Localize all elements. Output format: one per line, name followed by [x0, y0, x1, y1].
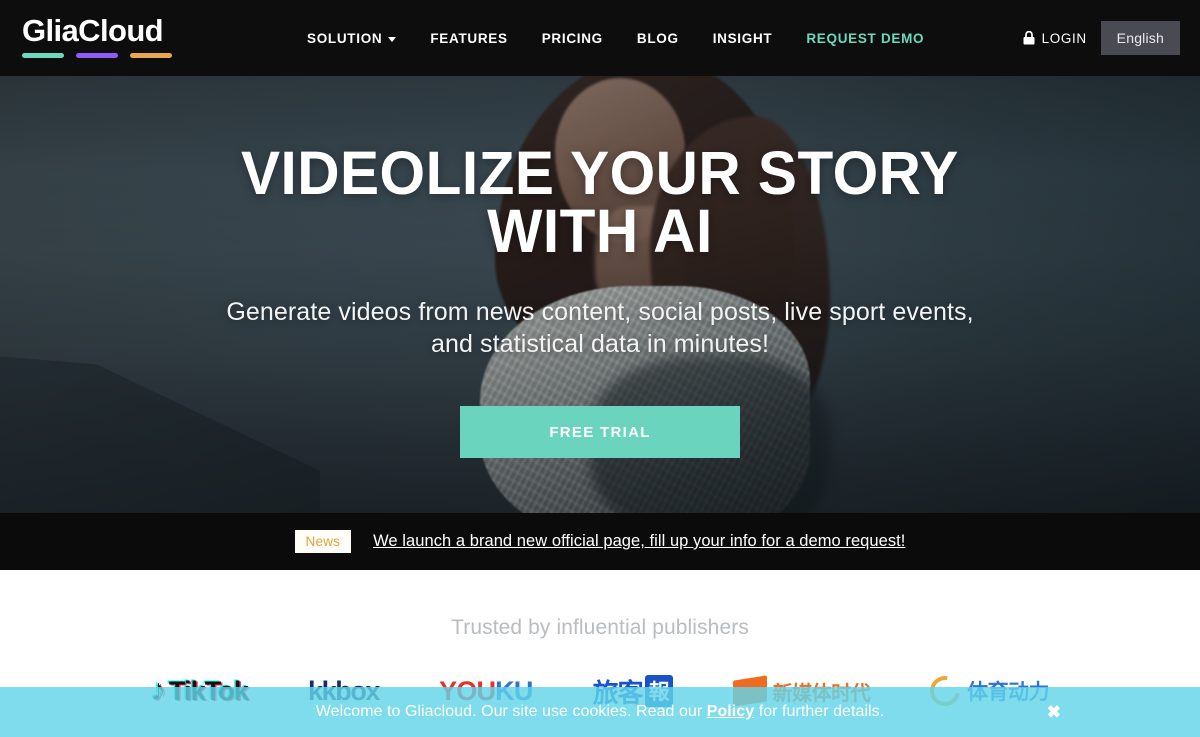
publishers-title: Trusted by influential publishers	[451, 616, 749, 639]
cookie-text-before: Welcome to Gliacloud. Our site use cooki…	[315, 703, 707, 720]
chevron-down-icon	[388, 36, 397, 42]
nav-item-pricing[interactable]: PRICING	[525, 31, 620, 46]
hero-subtitle: Generate videos from news content, socia…	[226, 296, 973, 360]
logo-bar-orange	[130, 53, 172, 58]
lock-icon	[1023, 31, 1035, 45]
hero-subtitle-line2: and statistical data in minutes!	[430, 330, 770, 358]
nav-item-solution[interactable]: SOLUTION	[290, 31, 413, 46]
logo-bars	[22, 53, 202, 58]
hero-title-line1: VIDEOLIZE YOUR STORY	[241, 139, 959, 207]
cookie-close-button[interactable]: ✖	[1047, 704, 1061, 721]
cookie-banner: Welcome to Gliacloud. Our site use cooki…	[0, 687, 1200, 737]
news-link[interactable]: We launch a brand new official page, fil…	[373, 532, 905, 551]
logo-bar-green	[22, 53, 64, 58]
hero-title: VIDEOLIZE YOUR STORY WITH AI	[241, 139, 959, 265]
hero-title-line2: WITH AI	[487, 197, 713, 265]
hero-content: VIDEOLIZE YOUR STORY WITH AI Generate vi…	[0, 76, 1200, 513]
hero-subtitle-line1: Generate videos from news content, socia…	[226, 298, 974, 326]
language-selector[interactable]: English	[1100, 21, 1180, 55]
nav-item-features[interactable]: FEATURES	[413, 31, 524, 46]
login-button[interactable]: LOGIN	[1023, 31, 1087, 46]
header-actions: LOGIN English	[1023, 0, 1180, 76]
site-header: GliaCloud SOLUTION FEATURES PRICING BLOG…	[0, 0, 1200, 76]
cookie-policy-link[interactable]: Policy	[707, 703, 754, 720]
nav-label-solution: SOLUTION	[307, 30, 383, 46]
hero-section: VIDEOLIZE YOUR STORY WITH AI Generate vi…	[0, 76, 1200, 513]
news-badge: News	[294, 530, 352, 553]
nav-item-blog[interactable]: BLOG	[620, 31, 696, 46]
news-bar: News We launch a brand new official page…	[0, 513, 1200, 570]
logo[interactable]: GliaCloud	[22, 14, 202, 58]
login-label: LOGIN	[1041, 30, 1087, 46]
landing-page: GliaCloud SOLUTION FEATURES PRICING BLOG…	[0, 0, 1200, 737]
nav-item-request-demo[interactable]: REQUEST DEMO	[789, 31, 941, 46]
logo-bar-purple	[76, 53, 118, 58]
logo-text: GliaCloud	[22, 13, 164, 48]
nav-item-insight[interactable]: INSIGHT	[696, 31, 790, 46]
cookie-banner-text: Welcome to Gliacloud. Our site use cooki…	[316, 703, 884, 721]
cookie-text-after: for further details.	[754, 703, 885, 720]
main-navigation: SOLUTION FEATURES PRICING BLOG INSIGHT R…	[290, 0, 941, 76]
free-trial-button[interactable]: FREE TRIAL	[460, 406, 740, 458]
